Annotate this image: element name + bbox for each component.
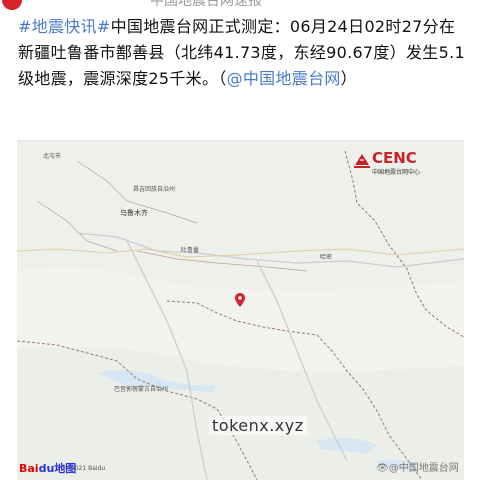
map-copyright: © 2021 Baidu bbox=[63, 465, 106, 472]
hashtag-link[interactable]: #地震快讯# bbox=[18, 17, 111, 36]
header-partial-text: 中国地震台网速报 bbox=[150, 0, 262, 9]
weibo-handle: @中国地震台网 bbox=[388, 463, 459, 474]
map-image[interactable]: CENC 中国地震台网中心 北屯市 昌吉回族自治州 乌鲁木齐 吐鲁番 哈密 巴音… bbox=[17, 140, 464, 480]
avatar[interactable] bbox=[2, 0, 22, 10]
header-strip: 中国地震台网速报 bbox=[0, 0, 480, 12]
label-bayingol: 巴音郭楞蒙古自治州 bbox=[114, 386, 169, 393]
post-body: #地震快讯#中国地震台网正式测定：06月24日02时27分在新疆吐鲁番市鄯善县（… bbox=[18, 14, 466, 92]
label-urumqi: 乌鲁木齐 bbox=[120, 209, 148, 217]
weibo-eye-icon: 👁 bbox=[376, 463, 389, 474]
baidu-logo-bai: Bai bbox=[19, 462, 39, 475]
cenc-logo-subtitle: 中国地震台网中心 bbox=[372, 169, 421, 176]
epicenter-pin-icon bbox=[235, 293, 245, 307]
label-hami: 哈密 bbox=[320, 254, 333, 261]
watermark-text: tokenx.xyz bbox=[209, 416, 307, 435]
label-changji: 昌吉回族自治州 bbox=[133, 186, 176, 193]
label-turpan: 吐鲁番 bbox=[181, 247, 200, 254]
cenc-logo-icon bbox=[354, 151, 370, 169]
label-top-left: 北屯市 bbox=[43, 153, 62, 160]
weibo-watermark: 👁@中国地震台网 bbox=[376, 459, 459, 474]
mention-link[interactable]: @中国地震台网 bbox=[227, 69, 341, 88]
cenc-logo-title: CENC bbox=[372, 149, 417, 167]
post-close: ） bbox=[340, 69, 357, 88]
